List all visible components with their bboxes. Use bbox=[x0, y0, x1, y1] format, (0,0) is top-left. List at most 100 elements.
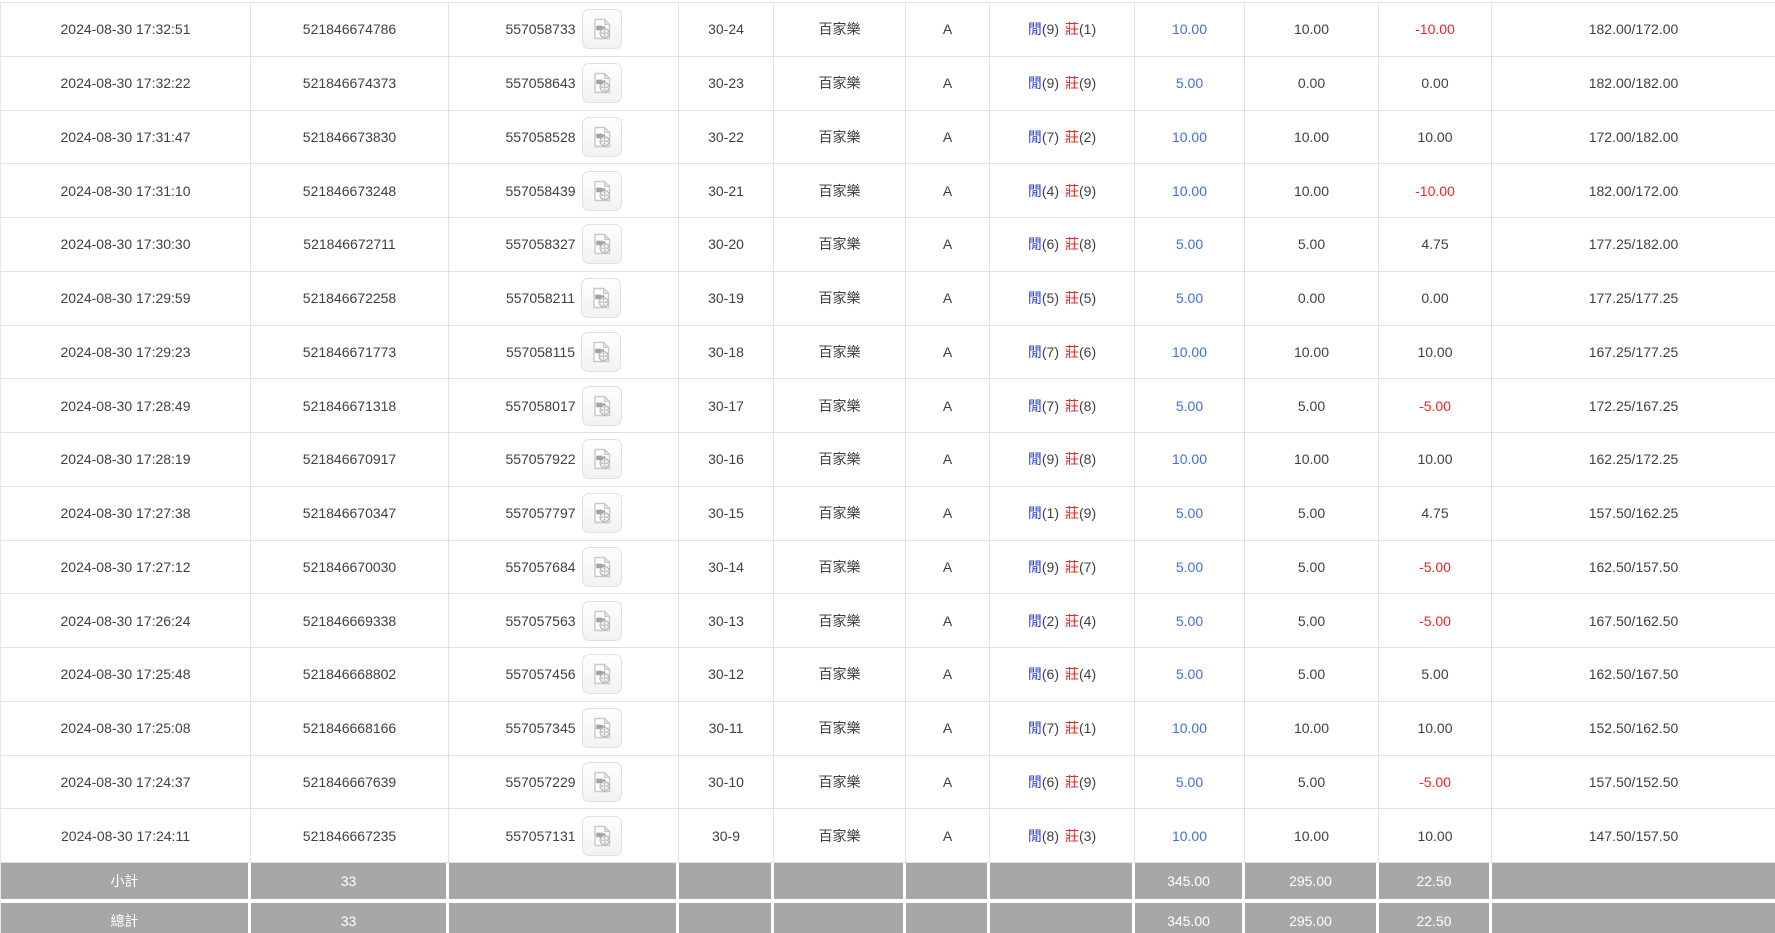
cell-result: 閒(7) 莊(1) bbox=[990, 702, 1135, 755]
banker-score: (9) bbox=[1079, 774, 1096, 790]
cell-round: 30-19 bbox=[679, 272, 774, 325]
cell-order-number: 521846673830 bbox=[251, 111, 449, 164]
cell-game-number: 557058115 bbox=[449, 326, 679, 379]
game-number: 557057456 bbox=[505, 666, 575, 682]
video-replay-button[interactable] bbox=[582, 439, 622, 479]
table-row: 2024-08-30 17:32:51 521846674786 5570587… bbox=[1, 3, 1775, 57]
cell-balance: 172.25/167.25 bbox=[1492, 379, 1775, 432]
total-empty-balance bbox=[1492, 903, 1775, 933]
bet-amount-link[interactable]: 5.00 bbox=[1176, 774, 1203, 790]
bet-amount-link[interactable]: 5.00 bbox=[1176, 613, 1203, 629]
cell-result: 閒(7) 莊(6) bbox=[990, 326, 1135, 379]
bet-amount-link[interactable]: 10.00 bbox=[1172, 720, 1207, 736]
bet-rows-container: 2024-08-30 17:32:51 521846674786 5570587… bbox=[1, 3, 1775, 863]
banker-score: (1) bbox=[1079, 21, 1096, 37]
game-number: 557057563 bbox=[505, 613, 575, 629]
cell-result: 閒(6) 莊(4) bbox=[990, 648, 1135, 701]
cell-table: A bbox=[906, 272, 990, 325]
video-replay-button[interactable] bbox=[581, 278, 621, 318]
video-replay-button[interactable] bbox=[582, 386, 622, 426]
cell-valid-bet: 5.00 bbox=[1245, 487, 1379, 540]
bet-amount-link[interactable]: 10.00 bbox=[1172, 183, 1207, 199]
cell-bet-time: 2024-08-30 17:25:48 bbox=[1, 648, 251, 701]
cell-round: 30-14 bbox=[679, 541, 774, 594]
cell-game-number: 557057922 bbox=[449, 433, 679, 486]
game-number: 557058643 bbox=[505, 75, 575, 91]
bet-amount-link[interactable]: 5.00 bbox=[1176, 398, 1203, 414]
cell-balance: 182.00/182.00 bbox=[1492, 57, 1775, 110]
cell-game-number: 557058211 bbox=[449, 272, 679, 325]
cell-win-loss: 10.00 bbox=[1379, 326, 1492, 379]
video-replay-button[interactable] bbox=[582, 9, 622, 49]
cell-result: 閒(7) 莊(2) bbox=[990, 111, 1135, 164]
bet-amount-link[interactable]: 5.00 bbox=[1176, 666, 1203, 682]
player-score: (2) bbox=[1042, 613, 1059, 629]
video-replay-button[interactable] bbox=[582, 117, 622, 157]
video-replay-button[interactable] bbox=[582, 762, 622, 802]
cell-bet-time: 2024-08-30 17:30:30 bbox=[1, 218, 251, 271]
cell-bet-time: 2024-08-30 17:31:10 bbox=[1, 164, 251, 217]
cell-win-loss: -5.00 bbox=[1379, 379, 1492, 432]
video-replay-button[interactable] bbox=[582, 547, 622, 587]
bet-amount-link[interactable]: 5.00 bbox=[1176, 559, 1203, 575]
cell-balance: 152.50/162.50 bbox=[1492, 702, 1775, 755]
cell-game-number: 557057131 bbox=[449, 809, 679, 862]
cell-bet-time: 2024-08-30 17:27:12 bbox=[1, 541, 251, 594]
bet-amount-link[interactable]: 5.00 bbox=[1176, 75, 1203, 91]
cell-valid-bet: 5.00 bbox=[1245, 756, 1379, 809]
cell-game-type: 百家樂 bbox=[774, 326, 906, 379]
cell-table: A bbox=[906, 3, 990, 56]
video-replay-button[interactable] bbox=[582, 601, 622, 641]
player-result-label: 閒 bbox=[1028, 826, 1042, 846]
cell-bet-time: 2024-08-30 17:31:47 bbox=[1, 111, 251, 164]
cell-round: 30-24 bbox=[679, 3, 774, 56]
bet-amount-link[interactable]: 10.00 bbox=[1172, 21, 1207, 37]
banker-result-label: 莊 bbox=[1065, 234, 1079, 254]
cell-table: A bbox=[906, 594, 990, 647]
bet-amount-link[interactable]: 5.00 bbox=[1176, 290, 1203, 306]
subtotal-empty-table bbox=[906, 863, 990, 899]
cell-bet-time: 2024-08-30 17:25:08 bbox=[1, 702, 251, 755]
cell-bet-amount: 10.00 bbox=[1135, 702, 1245, 755]
cell-order-number: 521846667235 bbox=[251, 809, 449, 862]
video-replay-button[interactable] bbox=[582, 171, 622, 211]
total-row: 總計 33 345.00 295.00 22.50 bbox=[1, 903, 1775, 933]
video-replay-button[interactable] bbox=[582, 708, 622, 748]
cell-round: 30-20 bbox=[679, 218, 774, 271]
cell-order-number: 521846672711 bbox=[251, 218, 449, 271]
cell-valid-bet: 5.00 bbox=[1245, 648, 1379, 701]
cell-balance: 162.50/167.50 bbox=[1492, 648, 1775, 701]
video-replay-button[interactable] bbox=[582, 654, 622, 694]
cell-game-number: 557058643 bbox=[449, 57, 679, 110]
video-replay-icon bbox=[589, 340, 613, 364]
cell-valid-bet: 0.00 bbox=[1245, 57, 1379, 110]
bet-amount-link[interactable]: 5.00 bbox=[1176, 505, 1203, 521]
table-row: 2024-08-30 17:31:47 521846673830 5570585… bbox=[1, 111, 1775, 165]
subtotal-win-loss: 22.50 bbox=[1379, 863, 1492, 899]
table-row: 2024-08-30 17:32:22 521846674373 5570586… bbox=[1, 57, 1775, 111]
player-score: (6) bbox=[1042, 236, 1059, 252]
cell-valid-bet: 10.00 bbox=[1245, 326, 1379, 379]
player-result-label: 閒 bbox=[1028, 664, 1042, 684]
bet-amount-link[interactable]: 10.00 bbox=[1172, 451, 1207, 467]
banker-result-label: 莊 bbox=[1065, 611, 1079, 631]
table-row: 2024-08-30 17:28:49 521846671318 5570580… bbox=[1, 379, 1775, 433]
video-replay-button[interactable] bbox=[581, 332, 621, 372]
player-result-label: 閒 bbox=[1028, 73, 1042, 93]
cell-result: 閒(8) 莊(3) bbox=[990, 809, 1135, 862]
video-replay-button[interactable] bbox=[582, 63, 622, 103]
cell-balance: 182.00/172.00 bbox=[1492, 164, 1775, 217]
cell-bet-time: 2024-08-30 17:32:22 bbox=[1, 57, 251, 110]
cell-bet-amount: 10.00 bbox=[1135, 3, 1245, 56]
cell-bet-amount: 5.00 bbox=[1135, 541, 1245, 594]
video-replay-button[interactable] bbox=[582, 224, 622, 264]
total-count: 33 bbox=[251, 903, 449, 933]
banker-result-label: 莊 bbox=[1065, 826, 1079, 846]
video-replay-button[interactable] bbox=[582, 816, 622, 856]
bet-amount-link[interactable]: 10.00 bbox=[1172, 129, 1207, 145]
cell-order-number: 521846674373 bbox=[251, 57, 449, 110]
video-replay-button[interactable] bbox=[582, 493, 622, 533]
bet-amount-link[interactable]: 10.00 bbox=[1172, 344, 1207, 360]
bet-amount-link[interactable]: 5.00 bbox=[1176, 236, 1203, 252]
bet-amount-link[interactable]: 10.00 bbox=[1172, 828, 1207, 844]
